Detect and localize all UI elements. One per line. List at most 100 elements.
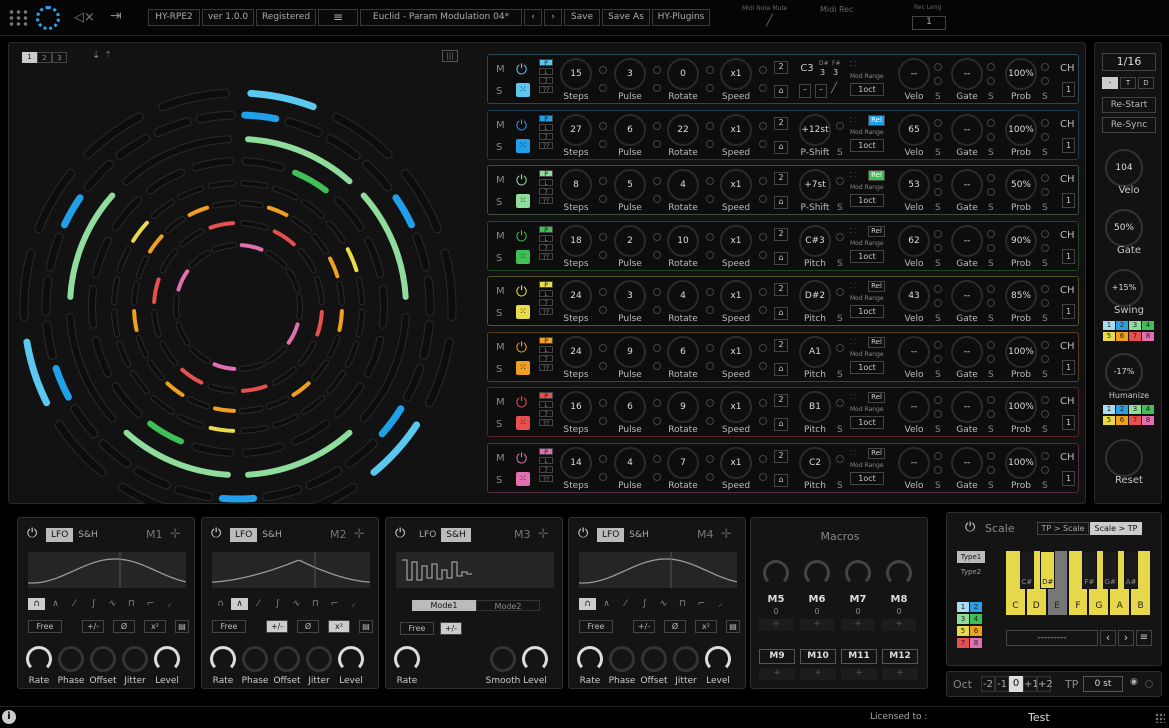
tp-mod-dot[interactable] [1145,680,1153,688]
gate-mod-dot[interactable] [987,174,995,182]
sh-mode-button[interactable]: Mode1 [412,600,476,611]
solo-button[interactable]: S [496,364,502,375]
mod-range-icon[interactable]: ⸬ [850,338,862,347]
macro-drag-handle[interactable]: + [800,668,836,680]
swing-track-toggle[interactable]: 2 [1116,321,1128,330]
speed-mod-dot[interactable] [759,417,767,425]
randomize-dice-icon[interactable]: ⁙ [516,416,530,430]
scale-to-tp-button[interactable]: Scale > TP [1090,522,1142,535]
solo-button[interactable]: S [496,86,502,97]
steps-mod-dot[interactable] [599,472,607,481]
prob-mod-dot[interactable] [1041,174,1049,182]
gate-mod-dot[interactable] [987,118,995,127]
speed-mod-dot[interactable] [759,361,767,370]
shape-button[interactable]: ⁄ [617,598,634,610]
shape-button[interactable]: ⌐ [693,598,710,610]
speaker-icon[interactable]: ◁× [74,10,96,26]
shape-button[interactable]: ⸝ [345,598,362,610]
steps-mod-dot[interactable] [599,454,607,463]
pattern-mode-option[interactable]: L [539,290,553,298]
pitch-mod-dot[interactable] [836,343,844,352]
rotate-mod-dot[interactable] [706,177,714,185]
rotate-mod-dot[interactable] [706,343,714,352]
offset-knob[interactable] [274,646,300,672]
gate-mod-dot[interactable] [987,396,995,404]
speed-mod-dot[interactable] [759,399,767,407]
velo-mod-dot[interactable] [934,229,942,238]
prev-preset-button[interactable]: ‹ [524,9,542,26]
gate-mod-dot[interactable] [987,340,995,349]
track-power-icon[interactable]: ⏻ [516,118,532,134]
black-key[interactable]: D# [1040,551,1055,589]
lfo-tab[interactable]: LFO [46,528,74,542]
note-slot[interactable]: – [799,84,811,98]
prob-mod-dot[interactable] [1041,285,1049,293]
shape-button[interactable]: ∧ [598,598,615,610]
rate-knob[interactable] [26,646,52,672]
rate-knob[interactable] [210,646,236,672]
mute-button[interactable]: M [496,286,505,297]
gate-mod-dot[interactable] [987,77,995,85]
pattern-mode-option[interactable]: P [539,392,553,400]
sh-tab[interactable]: S&H [624,528,654,542]
octave-value[interactable]: 2 [774,227,788,241]
mod-range-icon[interactable]: ⸬ [850,282,862,291]
channel-select[interactable]: 1 [1062,359,1075,375]
shape-button[interactable]: ⊓ [307,598,324,610]
pattern-mode-option[interactable]: L [539,123,553,132]
pattern-mode-option[interactable]: L [539,456,553,465]
scale-name-display[interactable]: --------- [1006,630,1098,646]
level-knob[interactable] [705,646,731,672]
trash-icon[interactable]: ▤ [175,620,189,633]
pulse-mod-dot[interactable] [653,417,661,425]
mute-button[interactable]: M [496,342,505,353]
pattern-mode-option[interactable]: L [539,345,553,354]
velo-mod-dot[interactable] [934,354,942,363]
shape-button[interactable]: ⁄ [250,598,267,610]
macro-drag-handle[interactable]: + [841,668,877,680]
invert-toggle[interactable]: Ø [664,620,686,633]
steps-mod-dot[interactable] [599,66,607,74]
phase-knob[interactable] [609,646,635,672]
sh-tab[interactable]: S&H [73,528,103,542]
macro-button[interactable]: M12 [882,649,918,664]
velo-mod-dot[interactable] [934,465,942,474]
rotate-mod-dot[interactable] [706,121,714,130]
rotate-mod-dot[interactable] [706,399,714,407]
shape-button[interactable]: ⊓ [674,598,691,610]
shape-button[interactable]: ∧ [231,598,248,610]
pulse-mod-dot[interactable] [653,121,661,130]
shape-button[interactable]: ⸝ [161,598,178,610]
scale-menu-button[interactable]: ≡ [1136,630,1152,646]
drag-modulation-icon[interactable]: ✛ [538,527,549,542]
solo-button[interactable]: S [496,419,502,430]
prob-mod-dot[interactable] [1041,354,1049,363]
shape-button[interactable]: ∫ [85,598,102,610]
humanize-track-toggle[interactable]: 7 [1129,416,1141,425]
prob-mod-dot[interactable] [1041,77,1049,85]
mode-dotted-button[interactable]: D [1138,77,1154,89]
speed-mod-dot[interactable] [759,121,767,130]
speed-mod-dot[interactable] [759,84,767,92]
modulator-power-icon[interactable]: ⏻ [27,526,37,541]
sh-mode-button[interactable]: Mode2 [476,600,540,611]
macro-button[interactable]: M10 [800,649,836,664]
scale-track-toggle[interactable]: 5 [957,626,969,636]
pulse-mod-dot[interactable] [653,66,661,74]
keyboard-icon[interactable]: ⌂ [774,196,788,209]
drag-modulation-icon[interactable]: ✛ [354,527,365,542]
pencil-icon[interactable]: ╱ [831,83,837,94]
octave-value[interactable]: 2 [774,394,788,407]
mute-button[interactable]: M [496,453,505,464]
mute-button[interactable]: M [496,231,505,242]
macro-knob[interactable] [886,560,912,586]
steps-mod-dot[interactable] [599,177,607,185]
pattern-mode-option[interactable]: 7 [539,77,553,85]
mute-button[interactable]: M [496,175,505,186]
macro-knob[interactable] [804,560,830,586]
swing-track-toggle[interactable]: 4 [1142,321,1154,330]
keyboard-icon[interactable]: ⌂ [774,85,788,98]
speed-mod-dot[interactable] [759,343,767,352]
rotate-mod-dot[interactable] [706,306,714,314]
jitter-knob[interactable] [306,646,332,672]
